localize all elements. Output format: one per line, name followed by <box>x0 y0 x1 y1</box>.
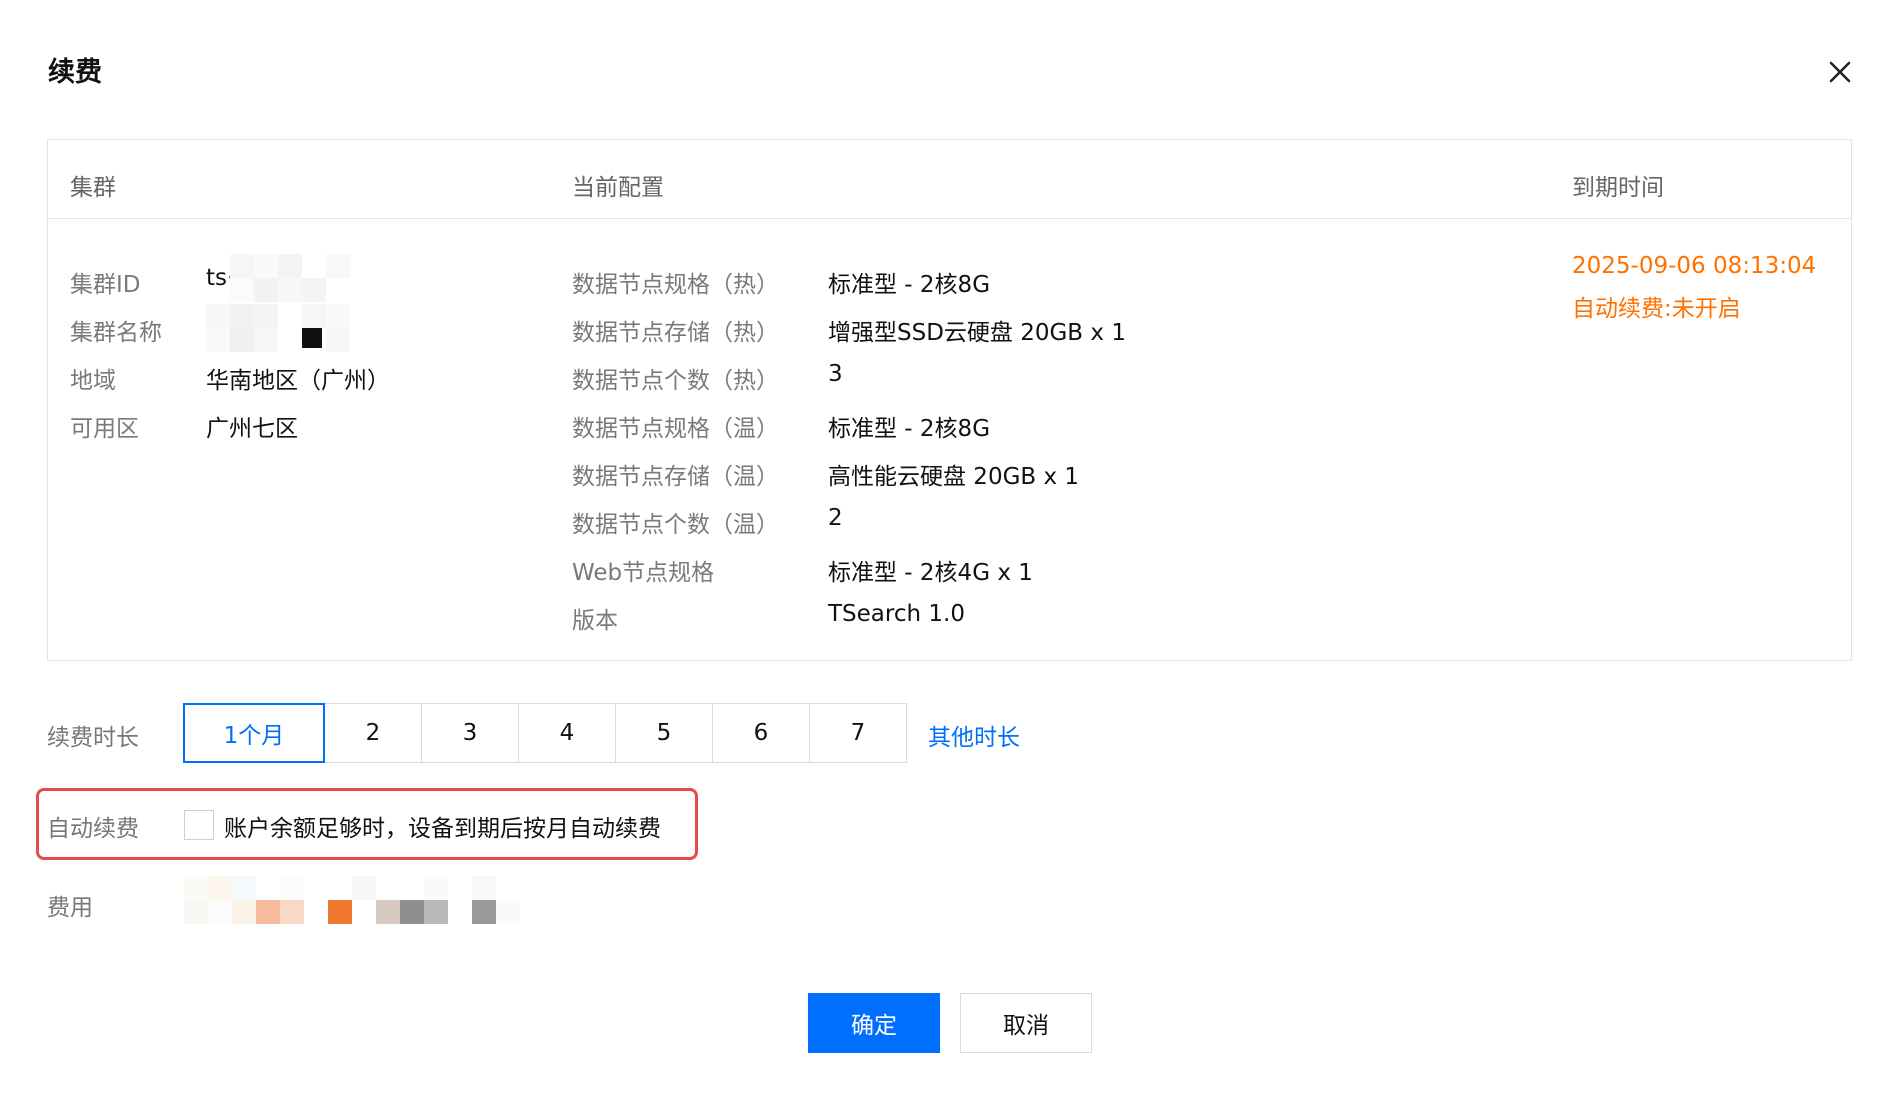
header-cluster: 集群 <box>70 175 116 201</box>
duration-label: 续费时长 <box>47 725 139 751</box>
zone-value: 广州七区 <box>206 416 298 442</box>
zone-label: 可用区 <box>70 416 139 442</box>
duration-option-5[interactable]: 5 <box>615 703 713 763</box>
config-label: 版本 <box>572 608 618 634</box>
duration-option-4[interactable]: 4 <box>518 703 616 763</box>
auto-renew-label: 自动续费 <box>47 816 139 842</box>
cancel-button[interactable]: 取消 <box>960 993 1092 1053</box>
config-value: 2 <box>828 505 843 531</box>
config-value: 标准型 - 2核4G x 1 <box>828 560 1033 586</box>
auto-renew-status: 自动续费:未开启 <box>1572 296 1741 322</box>
config-value: 3 <box>828 361 843 387</box>
config-label: 数据节点规格（热） <box>572 272 779 298</box>
duration-option-7[interactable]: 7 <box>809 703 907 763</box>
duration-option-1-month[interactable]: 1个月 <box>183 703 325 763</box>
config-label: 数据节点个数（热） <box>572 368 779 394</box>
fee-label: 费用 <box>47 895 93 921</box>
config-label: 数据节点存储（热） <box>572 320 779 346</box>
fee-value-redacted <box>184 876 520 924</box>
expire-date: 2025-09-06 08:13:04 <box>1572 253 1817 279</box>
cluster-name-redacted <box>206 304 350 352</box>
cluster-info-table: 集群 当前配置 到期时间 集群ID ts· 集群名称 地域 华南地区（广州） 可… <box>47 139 1852 661</box>
cluster-name-label: 集群名称 <box>70 320 162 346</box>
table-header: 集群 当前配置 到期时间 <box>48 140 1851 219</box>
confirm-button[interactable]: 确定 <box>808 993 940 1053</box>
config-value: 高性能云硬盘 20GB x 1 <box>828 464 1080 490</box>
config-label: Web节点规格 <box>572 560 715 586</box>
config-value: 标准型 - 2核8G <box>828 416 991 442</box>
cluster-id-label: 集群ID <box>70 272 141 298</box>
config-label: 数据节点规格（温） <box>572 416 779 442</box>
other-duration-link[interactable]: 其他时长 <box>928 718 1020 752</box>
config-label: 数据节点个数（温） <box>572 512 779 538</box>
duration-option-6[interactable]: 6 <box>712 703 810 763</box>
header-expire: 到期时间 <box>1572 175 1664 201</box>
duration-option-3[interactable]: 3 <box>421 703 519 763</box>
config-label: 数据节点存储（温） <box>572 464 779 490</box>
region-value: 华南地区（广州） <box>206 368 390 394</box>
region-label: 地域 <box>70 368 116 394</box>
auto-renew-checkbox-text[interactable]: 账户余额足够时，设备到期后按月自动续费 <box>224 809 661 843</box>
close-icon[interactable] <box>1826 58 1854 86</box>
auto-renew-checkbox[interactable] <box>184 810 214 840</box>
cluster-id-redacted <box>230 254 350 302</box>
config-value: 增强型SSD云硬盘 20GB x 1 <box>828 320 1126 346</box>
config-value: 标准型 - 2核8G <box>828 272 991 298</box>
header-config: 当前配置 <box>572 175 664 201</box>
duration-option-2[interactable]: 2 <box>324 703 422 763</box>
duration-selector: 1个月 2 3 4 5 6 7 <box>183 703 907 763</box>
config-value: TSearch 1.0 <box>828 601 965 627</box>
dialog-title: 续费 <box>48 57 102 88</box>
